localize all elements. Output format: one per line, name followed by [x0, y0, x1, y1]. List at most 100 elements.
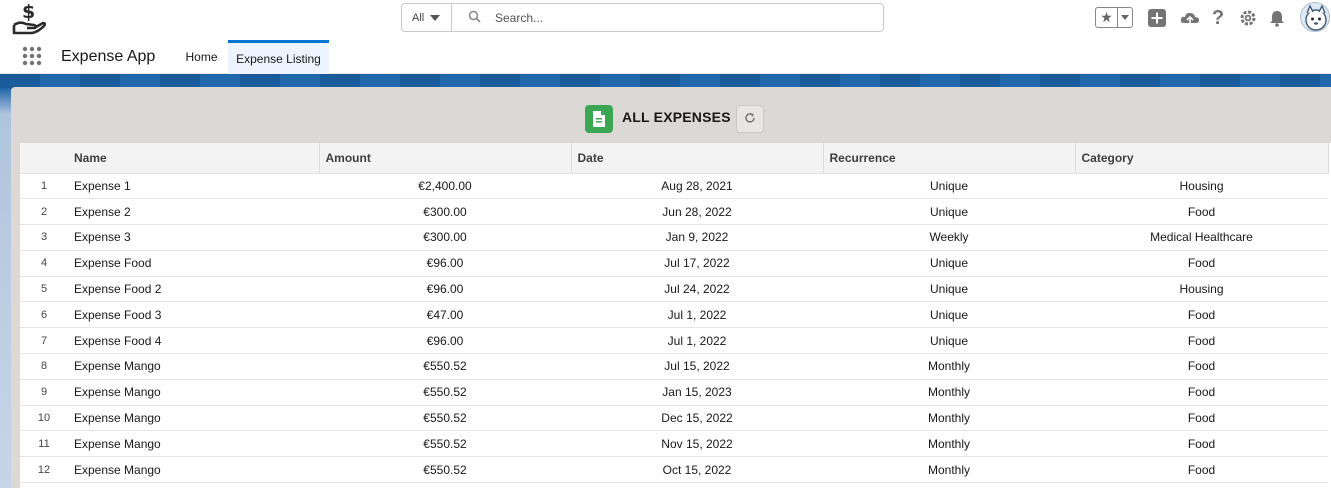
cell-amount: €300.00 — [319, 198, 571, 226]
chevron-down-icon — [430, 14, 441, 21]
table-row[interactable]: 3 Expense 3 €300.00 Jan 9, 2022 Weekly Medica… — [20, 224, 1328, 251]
cell-name: Expense Food 2 — [68, 276, 319, 303]
table-row[interactable]: 2 Expense 2 €300.00 Jun 28, 2022 Unique Food — [20, 198, 1328, 226]
help-icon[interactable]: ? — [1208, 7, 1228, 29]
column-header-name[interactable]: Name — [68, 143, 320, 174]
row-number: 8 — [20, 353, 68, 380]
cell-amount: €96.00 — [319, 250, 571, 277]
cell-name: Expense Mango — [68, 456, 319, 484]
tab-expense-listing[interactable]: Expense Listing — [228, 40, 329, 74]
table-row[interactable]: 10 Expense Mango €550.52 Dec 15, 2022 Monthl… — [20, 405, 1328, 432]
cloud-icon[interactable] — [1180, 8, 1200, 28]
search-placeholder: Search... — [495, 10, 544, 25]
row-number: 2 — [20, 198, 68, 226]
cell-category: Food — [1075, 250, 1328, 277]
cell-amount: €2,400.00 — [319, 173, 571, 200]
cell-category: Housing — [1075, 173, 1328, 200]
column-header-recurrence[interactable]: Recurrence — [823, 143, 1076, 174]
cell-category: Housing — [1075, 276, 1328, 303]
row-number: 1 — [20, 173, 68, 200]
cell-category: Medical Healthcare — [1075, 224, 1328, 251]
column-header-amount[interactable]: Amount — [319, 143, 572, 174]
row-number: 4 — [20, 250, 68, 277]
cell-name: Expense 1 — [68, 173, 319, 200]
row-number: 11 — [20, 430, 68, 458]
refresh-icon — [744, 112, 756, 127]
cell-category: Food — [1075, 353, 1328, 380]
table-row[interactable]: 11 Expense Mango €550.52 Nov 15, 2022 Monthl… — [20, 430, 1328, 458]
cell-date: Nov 15, 2022 — [571, 430, 823, 458]
cell-name: Expense Food 3 — [68, 301, 319, 329]
cell-category: Food — [1075, 430, 1328, 458]
cell-date: Oct 15, 2022 — [571, 456, 823, 484]
row-number: 7 — [20, 327, 68, 355]
dollar-hand-logo-icon[interactable]: $ — [12, 1, 48, 35]
row-number: 10 — [20, 405, 68, 432]
column-header-category[interactable]: Category — [1075, 143, 1329, 174]
table-row[interactable]: 1 Expense 1 €2,400.00 Aug 28, 2021 Unique Hou… — [20, 173, 1328, 200]
cell-name: Expense Mango — [68, 353, 319, 380]
cell-date: Jan 9, 2022 — [571, 224, 823, 251]
cell-date: Jun 28, 2022 — [571, 198, 823, 226]
cell-date: Jul 24, 2022 — [571, 276, 823, 303]
cell-amount: €550.52 — [319, 430, 571, 458]
cell-category: Food — [1075, 301, 1328, 329]
row-number: 3 — [20, 224, 68, 251]
global-search: All Search... — [401, 3, 884, 32]
bell-icon[interactable] — [1267, 8, 1287, 28]
cell-amount: €550.52 — [319, 353, 571, 380]
row-number-header — [20, 143, 68, 174]
cell-amount: €47.00 — [319, 301, 571, 329]
cell-name: Expense Food — [68, 250, 319, 277]
app-nav-bar: Expense App Home Expense Listing — [0, 38, 1331, 74]
table-row[interactable]: 12 Expense Mango €550.52 Oct 15, 2022 Monthl… — [20, 456, 1328, 484]
cell-category: Food — [1075, 456, 1328, 484]
cell-recurrence: Unique — [823, 198, 1075, 226]
search-icon — [468, 10, 481, 26]
table-row[interactable]: 8 Expense Mango €550.52 Jul 15, 2022 Monthly… — [20, 353, 1328, 380]
cell-recurrence: Unique — [823, 276, 1075, 303]
cell-date: Jul 1, 2022 — [571, 327, 823, 355]
cell-recurrence: Monthly — [823, 379, 1075, 406]
table-row[interactable]: 4 Expense Food €96.00 Jul 17, 2022 Unique Foo… — [20, 250, 1328, 277]
refresh-button[interactable] — [736, 105, 764, 133]
cell-date: Dec 15, 2022 — [571, 405, 823, 432]
cell-amount: €550.52 — [319, 456, 571, 484]
app-name: Expense App — [61, 48, 156, 65]
table-row[interactable]: 7 Expense Food 4 €96.00 Jul 1, 2022 Unique Fo… — [20, 327, 1328, 355]
chevron-down-icon[interactable] — [1118, 8, 1132, 27]
table-row[interactable]: 5 Expense Food 2 €96.00 Jul 24, 2022 Unique H… — [20, 276, 1328, 303]
star-icon[interactable]: ★ — [1096, 8, 1118, 27]
cell-recurrence: Unique — [823, 250, 1075, 277]
row-number: 12 — [20, 456, 68, 484]
table-row[interactable]: 9 Expense Mango €550.52 Jan 15, 2023 Monthly… — [20, 379, 1328, 406]
cell-date: Jan 15, 2023 — [571, 379, 823, 406]
search-input[interactable]: Search... — [452, 4, 883, 31]
search-scope-select[interactable]: All — [402, 4, 452, 31]
cell-recurrence: Unique — [823, 327, 1075, 355]
plus-icon[interactable] — [1147, 8, 1167, 28]
expenses-table: Name Amount Date Recurrence Category 1 Ex… — [20, 143, 1331, 488]
cell-recurrence: Weekly — [823, 224, 1075, 251]
card-title: ALL EXPENSES — [622, 109, 731, 125]
favorites-button[interactable]: ★ — [1095, 7, 1133, 28]
cell-date: Aug 28, 2021 — [571, 173, 823, 200]
cell-name: Expense 3 — [68, 224, 319, 251]
cell-name: Expense Mango — [68, 430, 319, 458]
cell-name: Expense Mango — [68, 379, 319, 406]
cell-category: Food — [1075, 405, 1328, 432]
cell-amount: €550.52 — [319, 405, 571, 432]
tab-home[interactable]: Home — [175, 40, 228, 74]
cell-recurrence: Unique — [823, 301, 1075, 329]
cell-name: Expense 2 — [68, 198, 319, 226]
card-header: ALL EXPENSES — [11, 87, 1331, 143]
cell-category: Food — [1075, 379, 1328, 406]
column-header-date[interactable]: Date — [571, 143, 824, 174]
app-launcher-icon[interactable] — [22, 46, 42, 66]
expense-document-icon — [585, 105, 613, 133]
row-number: 6 — [20, 301, 68, 329]
gear-icon[interactable] — [1238, 8, 1258, 28]
cell-name: Expense Food 4 — [68, 327, 319, 355]
table-row[interactable]: 6 Expense Food 3 €47.00 Jul 1, 2022 Unique Fo… — [20, 301, 1328, 329]
avatar[interactable] — [1300, 2, 1330, 32]
